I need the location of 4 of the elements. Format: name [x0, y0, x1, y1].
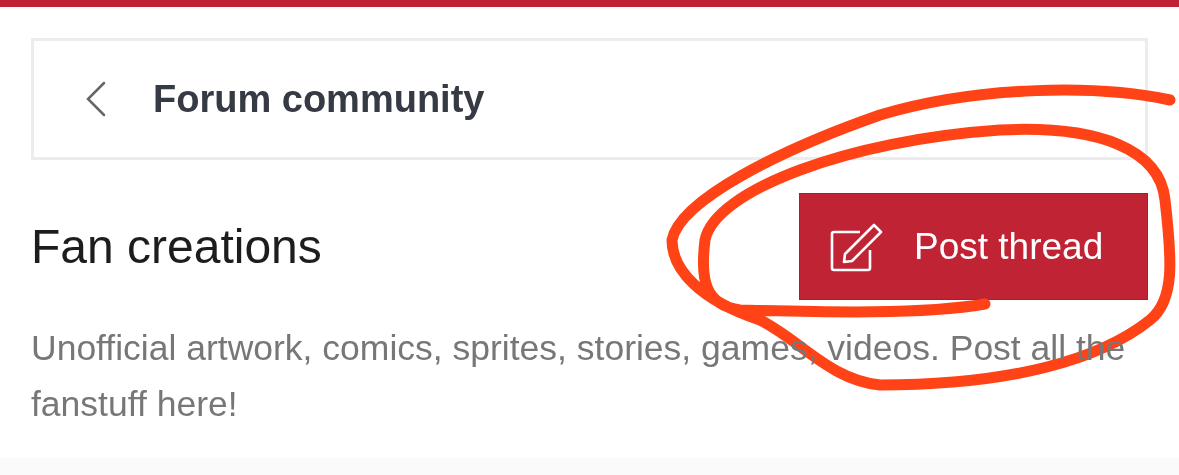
back-icon[interactable] [85, 81, 107, 117]
breadcrumb-link[interactable]: Forum community [153, 77, 485, 121]
forum-title: Fan creations [31, 219, 322, 274]
post-thread-button[interactable]: Post thread [799, 193, 1148, 300]
